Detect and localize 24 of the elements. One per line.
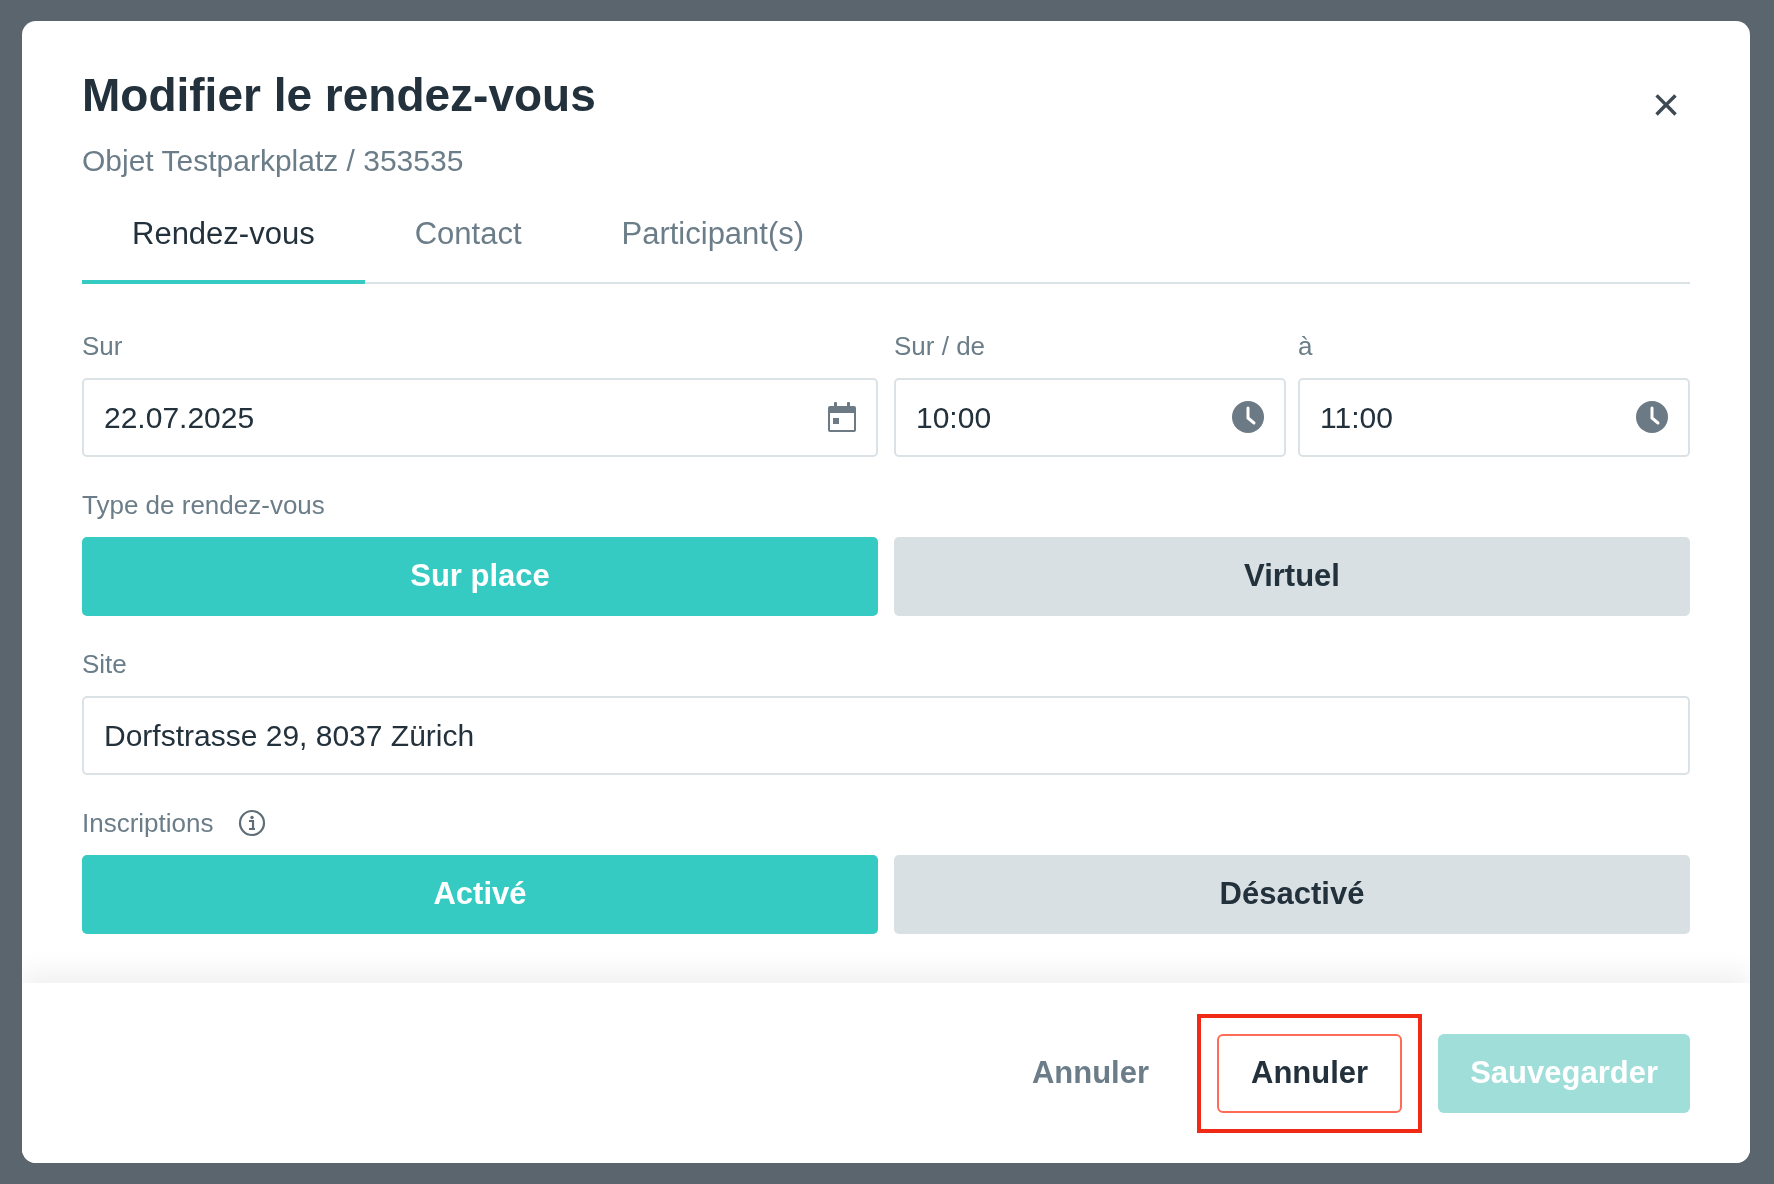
dialog-subtitle: Objet Testparkplatz / 353535 — [82, 143, 465, 179]
date-field[interactable]: 22.07.2025 — [82, 377, 878, 457]
tab[interactable]: Participant(s) — [571, 205, 855, 284]
site-field[interactable]: Dorfstrasse 29, 8037 Zürich — [82, 695, 1690, 775]
dialog-title: Modifier le rendez-vous — [82, 68, 596, 123]
time-field[interactable]: 11:00 — [1298, 377, 1690, 457]
field-label: à — [1298, 329, 1314, 363]
tab[interactable]: Rendez-vous — [82, 205, 365, 284]
cancel-button[interactable]: Annuler — [999, 1033, 1182, 1113]
clock-icon — [1232, 401, 1264, 433]
calendar-icon — [828, 402, 856, 432]
field-label: Site — [82, 647, 128, 681]
cancel-button[interactable]: Annuler — [1217, 1033, 1403, 1113]
tab[interactable]: Contact — [364, 205, 572, 284]
clock-icon — [1636, 401, 1668, 433]
info-icon[interactable] — [237, 808, 266, 837]
field-label: Sur / de — [894, 329, 987, 363]
field-label: Type de rendez-vous — [82, 488, 326, 522]
toggle-option[interactable]: Virtuel — [894, 536, 1690, 616]
close-button[interactable]: × — [1651, 81, 1680, 129]
toggle-option[interactable]: Désactivé — [894, 854, 1690, 934]
time-field[interactable]: 10:00 — [894, 377, 1286, 457]
field-label: Sur — [82, 329, 124, 363]
field-label: Inscriptions — [82, 806, 214, 840]
